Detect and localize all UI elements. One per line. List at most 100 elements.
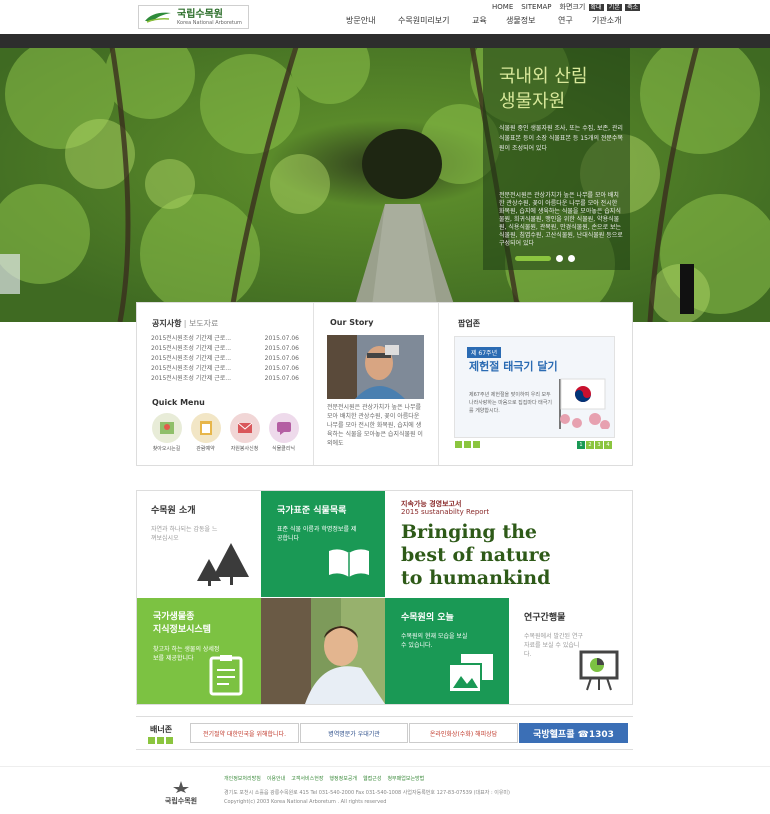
- font-size-label: 화면크기: [559, 3, 586, 11]
- footer-link[interactable]: 이용안내: [267, 775, 285, 782]
- notice-tabs: 공지사항 | 보도자료: [152, 319, 219, 328]
- nav-research[interactable]: 연구: [558, 15, 592, 26]
- next-arrow-icon[interactable]: [473, 441, 480, 448]
- font-size-controls: 화면크기 확대 기본 축소: [560, 2, 641, 12]
- notice-list: 2015전시원조성 기간제 근로... 2015.07.06 2015전시원조성 …: [151, 334, 299, 384]
- story-photo[interactable]: [327, 335, 424, 399]
- main-nav: 방문안내 수목원미리보기 교육 생물정보 연구 기관소개: [346, 15, 638, 26]
- slide-indicator-3[interactable]: [568, 255, 575, 262]
- page: 국립수목원 Korea National Arboretum HOME SITE…: [0, 0, 770, 814]
- banner-military-family[interactable]: 병역명문가 우대기관: [300, 723, 408, 743]
- popup-title: 팝업존: [458, 319, 481, 328]
- footer-links: 개인정보처리방침 이용안내 고객서비스헌장 행정정보공개 웹접근성 청부패업보는…: [224, 775, 424, 782]
- clipboard-icon: [209, 655, 243, 696]
- footer-link[interactable]: 고객서비스헌장: [291, 775, 323, 782]
- clipboard-icon: [199, 421, 212, 435]
- forest-path-image: [0, 34, 770, 322]
- font-down-button[interactable]: 축소: [625, 4, 641, 11]
- popup-pagination: 1 2 3 4: [577, 441, 612, 449]
- page-1[interactable]: 1: [577, 441, 585, 449]
- logo-subtitle: Korea National Arboretum: [177, 19, 242, 26]
- divider: [438, 303, 439, 465]
- popup-badge: 제 67주년: [467, 347, 502, 358]
- logo-title: 국립수목원: [177, 8, 223, 20]
- list-item[interactable]: 2015전시원조성 기간제 근로... 2015.07.06: [151, 364, 299, 374]
- story-title: Our Story: [330, 318, 374, 327]
- footer-address: 경기도 포천시 소흘읍 광릉수목원로 415 Tel 031-540-2000 …: [224, 790, 510, 805]
- pause-icon[interactable]: [464, 441, 471, 448]
- banner-controls: [148, 737, 173, 744]
- footer-link[interactable]: 행정정보공개: [329, 775, 357, 782]
- popup-headline: 제헌절 태극기 달기: [469, 360, 558, 373]
- list-item[interactable]: 2015전시원조성 기간제 근로... 2015.07.06: [151, 344, 299, 354]
- slide-indicator-active[interactable]: [515, 256, 551, 261]
- list-item[interactable]: 2015전시원조성 기간제 근로... 2015.07.06: [151, 334, 299, 344]
- tile-arboretum-intro[interactable]: 수목원 소개 자연과 하나되는 감동을 느껴보십시오: [137, 491, 261, 597]
- popup-text: 제67주년 제헌절을 맞이하여 우리 모두 나라사랑하는 마음으로 집집마다 태…: [469, 392, 552, 414]
- tile-bio-info-system[interactable]: 국가생물종 지식정보시스템 찾고자 하는 생물의 상세정보를 제공합니다: [137, 598, 261, 704]
- prev-arrow-icon[interactable]: [148, 737, 155, 744]
- arboretum-emblem-icon: [173, 781, 189, 793]
- portrait-image: [327, 335, 424, 399]
- map-icon: [159, 422, 174, 434]
- banner-energy[interactable]: 전기절약 대한민국을 위해합니다.: [190, 723, 299, 743]
- nav-visit[interactable]: 방문안내: [346, 15, 398, 26]
- quick-menu-title: Quick Menu: [152, 398, 205, 407]
- page-4[interactable]: 4: [604, 441, 612, 449]
- child-hugging-tree-image: [261, 598, 385, 704]
- trees-icon: [197, 543, 249, 586]
- quick-menu: 찾아오시는길 관람예약 자원봉사신청 식물클리닉: [150, 413, 300, 452]
- footer-divider: [0, 766, 770, 767]
- tile-research-publications[interactable]: 연구간행물 수목원에서 발간된 연구자료를 보실 수 있습니다.: [509, 598, 632, 704]
- hero-top-band: [0, 34, 770, 48]
- report-headline: Bringing the best of nature to humankind: [401, 521, 551, 589]
- font-up-button[interactable]: 확대: [588, 4, 604, 11]
- hero-text-1: 식물원 중인 생물자원 조사, 또는 수집, 보존, 관리 식물표본 등이 소장…: [499, 125, 623, 152]
- list-item[interactable]: 2015전시원조성 기간제 근로... 2015.07.06: [151, 354, 299, 364]
- mail-icon: [237, 422, 252, 433]
- slide-indicator-2[interactable]: [556, 255, 563, 262]
- next-arrow-icon[interactable]: [166, 737, 173, 744]
- tile-arboretum-today[interactable]: 수목원의 오늘 수목원의 현재 모습을 보실 수 있습니다.: [385, 598, 509, 704]
- quick-item-directions[interactable]: 찾아오시는길: [150, 413, 183, 452]
- divider: [313, 303, 314, 465]
- popup-controls: [455, 441, 480, 448]
- list-item[interactable]: 2015전시원조성 기간제 근로... 2015.07.06: [151, 374, 299, 384]
- footer-link[interactable]: 웹접근성: [363, 775, 381, 782]
- tile-plant-list[interactable]: 국가표준 식물목록 표준 식물 이름과 학명정보를 제공합니다: [261, 491, 385, 597]
- quick-item-volunteer[interactable]: 자원봉사신청: [228, 413, 261, 452]
- home-link[interactable]: HOME: [492, 3, 513, 11]
- tile-sustainability-report[interactable]: 지속가능 경영보고서 2015 sustanabilty Report Brin…: [385, 491, 632, 597]
- chat-icon: [276, 422, 291, 435]
- banner-sign-language[interactable]: 온라인화상(수화) 해피상담: [409, 723, 518, 743]
- tab-press[interactable]: 보도자료: [189, 319, 218, 328]
- utility-nav: HOME SITEMAP 화면크기 확대 기본 축소: [492, 2, 641, 12]
- quick-item-clinic[interactable]: 식물클리닉: [267, 413, 300, 452]
- tab-notice[interactable]: 공지사항: [152, 319, 181, 328]
- prev-arrow-icon[interactable]: [455, 441, 462, 448]
- banner-helpcall[interactable]: 국방헬프콜 ☎1303: [519, 723, 628, 743]
- hero-text-2: 전문전시원은 관상가치가 높은 나무를 모아 배치한 관상수원, 꽃이 아름다운…: [499, 192, 623, 247]
- page-2[interactable]: 2: [586, 441, 594, 449]
- font-default-button[interactable]: 기본: [606, 4, 622, 11]
- popup-banner[interactable]: 제 67주년 제헌절 태극기 달기 제67주년 제헌절을 맞이하여 우리 모두 …: [454, 336, 615, 438]
- banner-zone-title: 배너존: [150, 725, 173, 734]
- nav-about[interactable]: 기관소개: [592, 15, 638, 26]
- page-3[interactable]: 3: [595, 441, 603, 449]
- nav-bioinfo[interactable]: 생물정보: [506, 15, 558, 26]
- book-icon: [329, 549, 369, 577]
- quick-item-reservation[interactable]: 관람예약: [189, 413, 222, 452]
- presentation-board-icon: [579, 650, 619, 691]
- footer-link[interactable]: 청부패업보는방법: [387, 775, 424, 782]
- hero-title: 국내외 산림 생물자원: [499, 66, 588, 112]
- hero-image: [0, 34, 770, 322]
- nav-preview[interactable]: 수목원미리보기: [398, 15, 472, 26]
- tile-child-photo: [261, 598, 385, 704]
- leaf-logo-icon: [145, 12, 171, 23]
- site-logo[interactable]: 국립수목원 Korea National Arboretum: [138, 5, 249, 29]
- footer-link[interactable]: 개인정보처리방침: [224, 775, 261, 782]
- nav-education[interactable]: 교육: [472, 15, 506, 26]
- pause-icon[interactable]: [157, 737, 164, 744]
- sitemap-link[interactable]: SITEMAP: [521, 3, 551, 11]
- taegukgi-flag-icon: [559, 378, 610, 429]
